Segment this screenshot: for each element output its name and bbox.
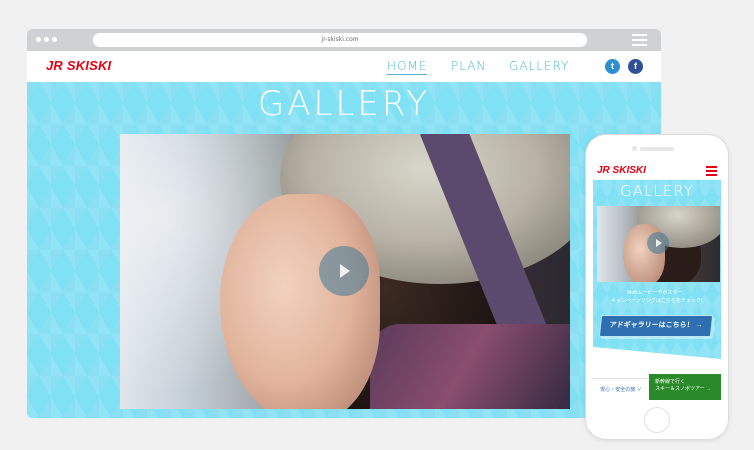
site-logo[interactable]: JR SKISKI [46,58,111,73]
twitter-icon[interactable]: t [605,59,620,74]
page-title: GALLERY [257,84,431,124]
shinkansen-label-line: 新幹線で行く [655,379,686,385]
safety-travel-tab[interactable]: 安心・安全の旅 ∨ [593,378,649,400]
phone-screen: JR SKISKI GALLERY Webムービーやポスター、 キャンペーンソン… [593,162,721,400]
ad-gallery-button[interactable]: アドギャラリーはこちら！ → [598,315,714,337]
phone-caption: Webムービーやポスター、 キャンペーンソングはこちらをチェック! [593,289,721,305]
video-player[interactable] [120,134,570,409]
nav-plan[interactable]: PLAN [451,59,486,73]
window-dot [36,37,41,42]
site-header: JR SKISKI HOME PLAN GALLERY t f [27,51,661,82]
window-dot [44,37,49,42]
menu-icon[interactable] [706,166,717,176]
desktop-browser-mockup: jr-skiski.com JR SKISKI HOME PLAN GALLER… [27,29,661,418]
facebook-icon[interactable]: f [628,59,643,74]
play-icon [340,264,350,278]
nav-gallery[interactable]: GALLERY [509,59,569,73]
phone-video-player[interactable] [597,206,720,282]
phone-home-button [644,407,670,433]
play-button[interactable] [319,246,369,296]
phone-header: JR SKISKI [593,162,721,180]
play-icon [656,239,662,247]
phone-caption-line: Webムービーやポスター、 [626,290,688,296]
shinkansen-label-line: スキー＆スノボツアー → [655,386,712,392]
phone-mockup: JR SKISKI GALLERY Webムービーやポスター、 キャンペーンソン… [586,135,728,439]
nav-home[interactable]: HOME [387,59,428,75]
phone-site-logo[interactable]: JR SKISKI [597,165,646,176]
address-bar[interactable]: jr-skiski.com [93,33,587,47]
video-frame-face [220,194,380,409]
video-frame-jacket [370,324,570,409]
phone-page-title: GALLERY [620,182,694,200]
phone-play-button[interactable] [647,232,669,254]
shinkansen-tour-button[interactable]: 新幹線で行く スキー＆スノボツアー → [649,374,721,400]
window-dot [52,37,57,42]
phone-camera [632,146,637,151]
phone-caption-line: キャンペーンソングはこちらをチェック! [611,298,703,304]
gallery-section: GALLERY [27,82,661,418]
phone-speaker [640,147,674,151]
browser-chrome: jr-skiski.com [27,29,661,51]
browser-menu-icon[interactable] [632,34,647,46]
